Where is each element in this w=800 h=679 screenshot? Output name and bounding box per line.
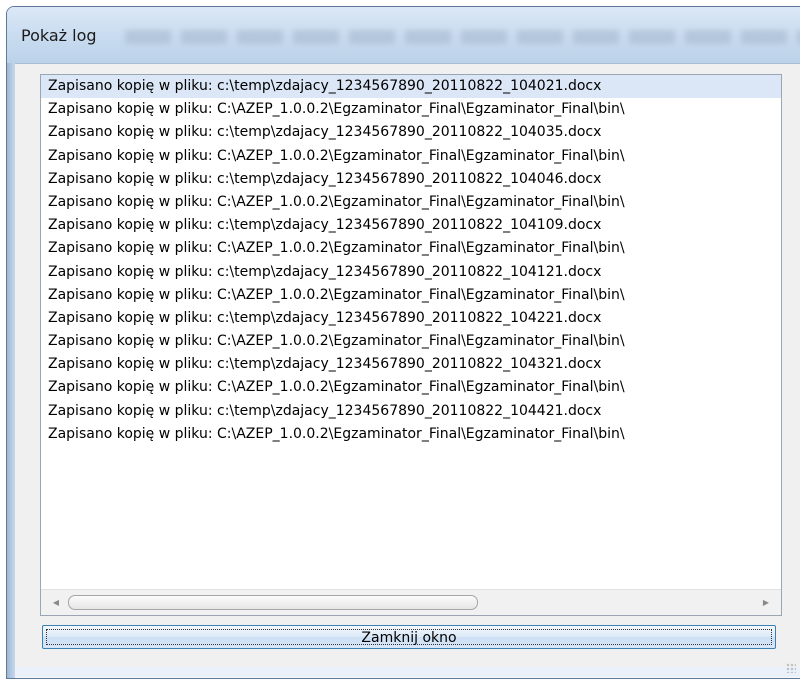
scroll-left-arrow-icon[interactable]: ◀ bbox=[45, 590, 67, 615]
log-entry[interactable]: Zapisano kopię w pliku: C:\AZEP_1.0.0.2\… bbox=[41, 284, 781, 307]
log-entry[interactable]: Zapisano kopię w pliku: c:\temp\zdajacy_… bbox=[41, 214, 781, 237]
scroll-right-arrow-icon[interactable]: ▶ bbox=[755, 590, 777, 615]
blurred-background bbox=[125, 30, 800, 44]
focus-rectangle bbox=[46, 629, 772, 645]
log-entry[interactable]: Zapisano kopię w pliku: c:\temp\zdajacy_… bbox=[41, 121, 781, 144]
log-entry[interactable]: Zapisano kopię w pliku: C:\AZEP_1.0.0.2\… bbox=[41, 376, 781, 399]
log-listbox[interactable]: Zapisano kopię w pliku: c:\temp\zdajacy_… bbox=[40, 74, 782, 616]
log-list[interactable]: Zapisano kopię w pliku: c:\temp\zdajacy_… bbox=[41, 75, 781, 590]
log-entry[interactable]: Zapisano kopię w pliku: C:\AZEP_1.0.0.2\… bbox=[41, 330, 781, 353]
log-entry[interactable]: Zapisano kopię w pliku: c:\temp\zdajacy_… bbox=[41, 307, 781, 330]
log-entry[interactable]: Zapisano kopię w pliku: c:\temp\zdajacy_… bbox=[41, 400, 781, 423]
scrollbar-thumb[interactable] bbox=[68, 595, 478, 610]
log-entry[interactable]: Zapisano kopię w pliku: c:\temp\zdajacy_… bbox=[41, 75, 781, 99]
close-window-button[interactable]: Zamknij okno bbox=[42, 625, 776, 649]
log-entry[interactable]: Zapisano kopię w pliku: C:\AZEP_1.0.0.2\… bbox=[41, 191, 781, 214]
window-title: Pokaż log bbox=[21, 26, 97, 45]
log-entry[interactable]: Zapisano kopię w pliku: c:\temp\zdajacy_… bbox=[41, 353, 781, 376]
log-entry[interactable]: Zapisano kopię w pliku: C:\AZEP_1.0.0.2\… bbox=[41, 423, 781, 446]
log-entry[interactable]: Zapisano kopię w pliku: C:\AZEP_1.0.0.2\… bbox=[41, 145, 781, 168]
log-entry[interactable]: Zapisano kopię w pliku: C:\AZEP_1.0.0.2\… bbox=[41, 237, 781, 260]
window-frame-left bbox=[7, 63, 15, 678]
resize-grip-icon[interactable] bbox=[786, 663, 796, 673]
horizontal-scrollbar[interactable]: ◀ ▶ bbox=[41, 589, 781, 615]
log-entry[interactable]: Zapisano kopię w pliku: c:\temp\zdajacy_… bbox=[41, 168, 781, 191]
log-entry[interactable]: Zapisano kopię w pliku: c:\temp\zdajacy_… bbox=[41, 261, 781, 284]
log-entry[interactable]: Zapisano kopię w pliku: C:\AZEP_1.0.0.2\… bbox=[41, 98, 781, 121]
title-bar[interactable]: Pokaż log bbox=[7, 7, 800, 63]
